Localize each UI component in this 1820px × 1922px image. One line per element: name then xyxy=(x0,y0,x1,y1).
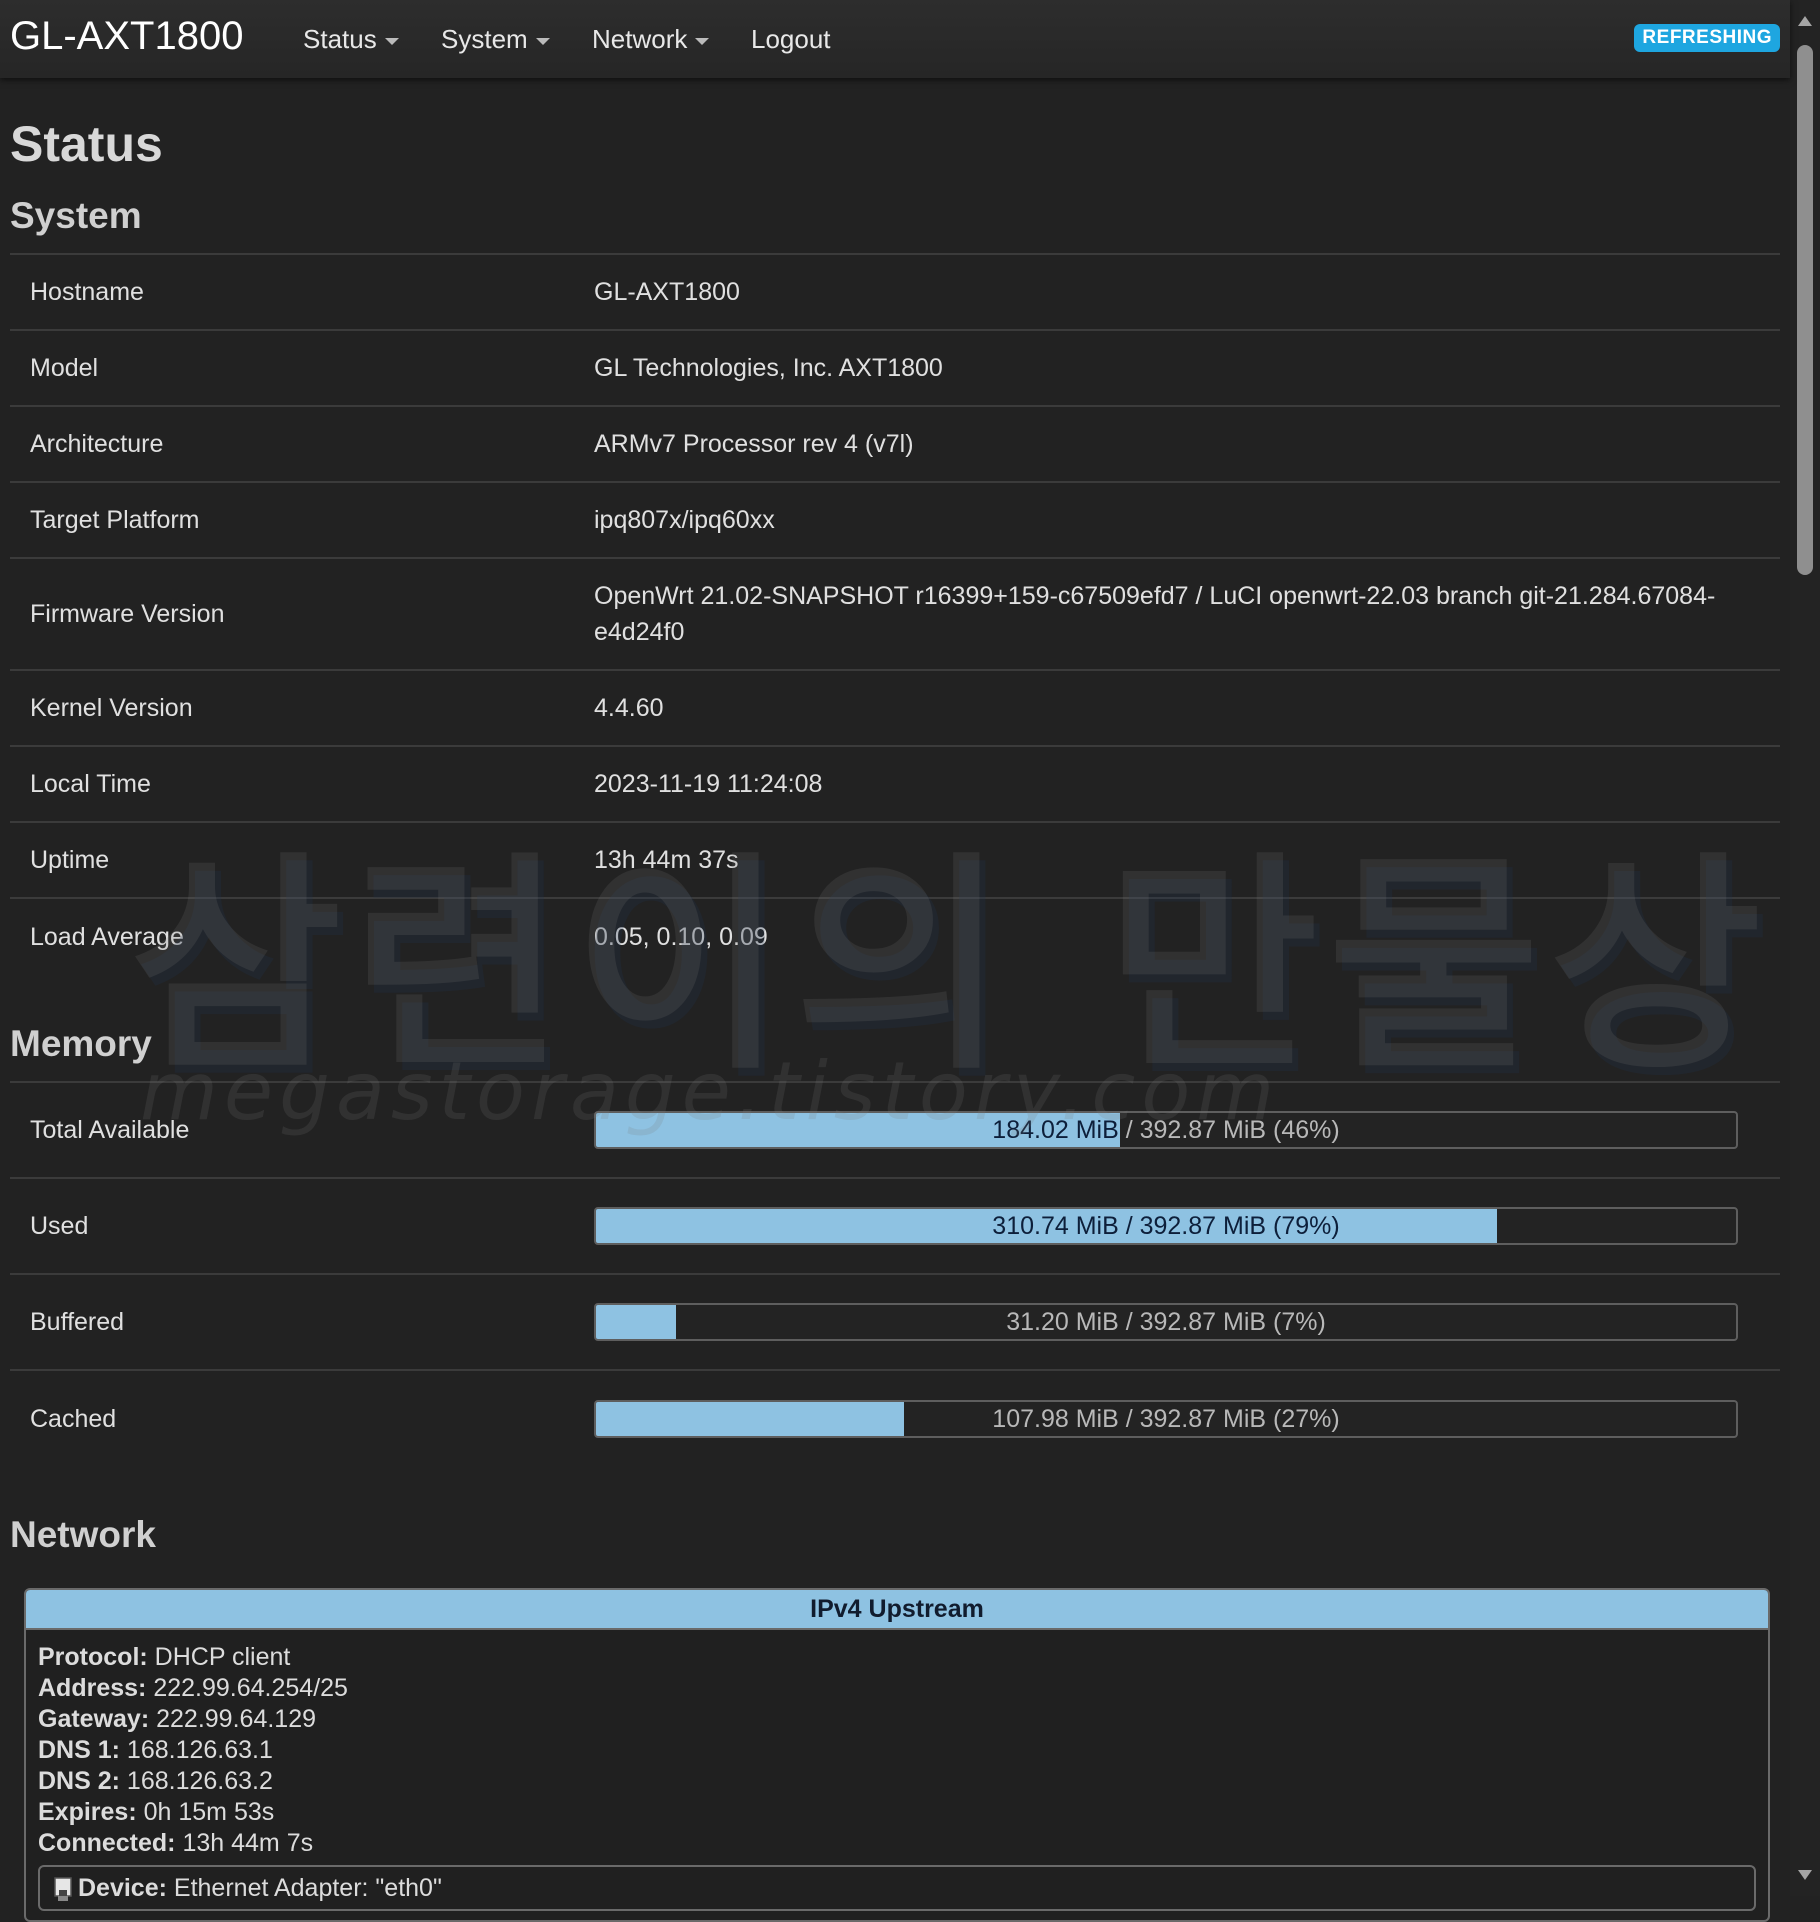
scrollbar-thumb[interactable] xyxy=(1797,45,1813,575)
row-label: Architecture xyxy=(30,429,164,458)
system-row-load-average: Load Average 0.05, 0.10, 0.09 xyxy=(10,899,1780,975)
refreshing-badge[interactable]: REFRESHING xyxy=(1634,24,1780,52)
caret-down-icon xyxy=(535,37,550,45)
memory-table: Total Available 184.02 MiB / 392.87 MiB … xyxy=(10,1081,1780,1467)
row-value: GL Technologies, Inc. AXT1800 xyxy=(594,354,943,382)
system-row-kernel-version: Kernel Version 4.4.60 xyxy=(10,671,1780,747)
system-row-hostname: Hostname GL-AXT1800 xyxy=(10,255,1780,331)
row-value: 13h 44m 37s xyxy=(594,846,739,874)
row-value: 4.4.60 xyxy=(594,694,664,722)
memory-row-buffered: Buffered 31.20 MiB / 392.87 MiB (7%) xyxy=(10,1275,1780,1371)
device-label: Device: xyxy=(78,1874,167,1902)
row-label: Used xyxy=(30,1211,89,1240)
row-value: 0.05, 0.10, 0.09 xyxy=(594,923,768,951)
menu-logout-label: Logout xyxy=(751,24,831,54)
progress-text: 310.74 MiB / 392.87 MiB (79%) xyxy=(992,1212,1340,1240)
row-label: Cached xyxy=(30,1404,117,1433)
row-value: ARMv7 Processor rev 4 (v7l) xyxy=(594,430,914,458)
expires-field: Expires: 0h 15m 53s xyxy=(38,1798,275,1826)
row-label: Kernel Version xyxy=(30,693,193,722)
gateway-field: Gateway: 222.99.64.129 xyxy=(38,1705,317,1733)
system-row-model: Model GL Technologies, Inc. AXT1800 xyxy=(10,331,1780,407)
menu-status[interactable]: Status xyxy=(303,24,399,55)
ipv4-upstream-header: IPv4 Upstream xyxy=(26,1590,1768,1630)
system-row-firmware-version: Firmware Version OpenWrt 21.02-SNAPSHOT … xyxy=(10,559,1780,671)
system-row-uptime: Uptime 13h 44m 37s xyxy=(10,823,1780,899)
menu-logout[interactable]: Logout xyxy=(751,24,831,55)
device-value: Ethernet Adapter: "eth0" xyxy=(173,1874,442,1902)
memory-progress-bar: 184.02 MiB / 392.87 MiB (46%) xyxy=(594,1111,1738,1149)
system-row-local-time: Local Time 2023-11-19 11:24:08 xyxy=(10,747,1780,823)
row-label: Firmware Version xyxy=(30,599,225,628)
ipv4-upstream-box: IPv4 Upstream Protocol: DHCP client Addr… xyxy=(24,1588,1770,1922)
dns1-field: DNS 1: 168.126.63.1 xyxy=(38,1736,273,1764)
memory-progress-bar: 31.20 MiB / 392.87 MiB (7%) xyxy=(594,1303,1738,1341)
row-label: Uptime xyxy=(30,845,110,874)
dns2-field: DNS 2: 168.126.63.2 xyxy=(38,1767,273,1795)
menu-system[interactable]: System xyxy=(441,24,550,55)
progress-value-text: 184.02 MiB xyxy=(992,1116,1119,1144)
menu-status-label: Status xyxy=(303,24,377,54)
row-value: GL-AXT1800 xyxy=(594,278,740,306)
memory-progress-bar: 107.98 MiB / 392.87 MiB (27%) xyxy=(594,1400,1738,1438)
page-title: Status xyxy=(10,116,163,172)
memory-row-total-available: Total Available 184.02 MiB / 392.87 MiB … xyxy=(10,1083,1780,1179)
memory-section-title: Memory xyxy=(10,1023,152,1064)
brand-title[interactable]: GL-AXT1800 xyxy=(10,14,243,59)
row-label: Hostname xyxy=(30,277,144,306)
connected-field: Connected: 13h 44m 7s xyxy=(38,1829,314,1857)
memory-row-cached: Cached 107.98 MiB / 392.87 MiB (27%) xyxy=(10,1371,1780,1467)
memory-row-used: Used 310.74 MiB / 392.87 MiB (79%) xyxy=(10,1179,1780,1275)
address-field: Address: 222.99.64.254/25 xyxy=(38,1674,348,1702)
row-label: Load Average xyxy=(30,922,184,951)
menu-network-label: Network xyxy=(592,24,688,54)
row-label: Model xyxy=(30,353,99,382)
progress-text: 31.20 MiB / 392.87 MiB (7%) xyxy=(1006,1308,1326,1336)
system-row-target-platform: Target Platform ipq807x/ipq60xx xyxy=(10,483,1780,559)
ipv4-upstream-details: Protocol: DHCP client Address: 222.99.64… xyxy=(26,1630,1768,1911)
scroll-down-arrow-icon[interactable] xyxy=(1798,1870,1812,1880)
progress-text: 107.98 MiB / 392.87 MiB (27%) xyxy=(992,1405,1340,1433)
caret-down-icon xyxy=(384,37,399,45)
protocol-field: Protocol: DHCP client xyxy=(38,1643,291,1671)
system-row-architecture: Architecture ARMv7 Processor rev 4 (v7l) xyxy=(10,407,1780,483)
row-value: 2023-11-19 11:24:08 xyxy=(594,770,823,798)
row-label: Total Available xyxy=(30,1115,190,1144)
row-value: OpenWrt 21.02-SNAPSHOT r16399+159-c67509… xyxy=(594,582,1716,646)
vertical-scrollbar[interactable] xyxy=(1790,0,1820,1896)
caret-down-icon xyxy=(695,37,710,45)
menu-network[interactable]: Network xyxy=(592,24,710,55)
row-label: Buffered xyxy=(30,1307,125,1336)
system-table: Hostname GL-AXT1800 Model GL Technologie… xyxy=(10,253,1780,975)
ethernet-port-icon xyxy=(54,1877,72,1902)
menu-system-label: System xyxy=(441,24,528,54)
row-label: Target Platform xyxy=(30,505,200,534)
row-label: Local Time xyxy=(30,769,151,798)
progress-rest-text: / 392.87 MiB (46%) xyxy=(1118,1116,1340,1144)
scroll-up-arrow-icon[interactable] xyxy=(1798,16,1812,26)
row-value: ipq807x/ipq60xx xyxy=(594,506,775,534)
memory-progress-bar: 310.74 MiB / 392.87 MiB (79%) xyxy=(594,1207,1738,1245)
network-section-title: Network xyxy=(10,1514,156,1555)
device-box[interactable]: Device: Ethernet Adapter: "eth0" xyxy=(38,1865,1756,1911)
top-navbar: GL-AXT1800 Status System Network Logout … xyxy=(0,0,1790,78)
system-section-title: System xyxy=(10,195,142,236)
